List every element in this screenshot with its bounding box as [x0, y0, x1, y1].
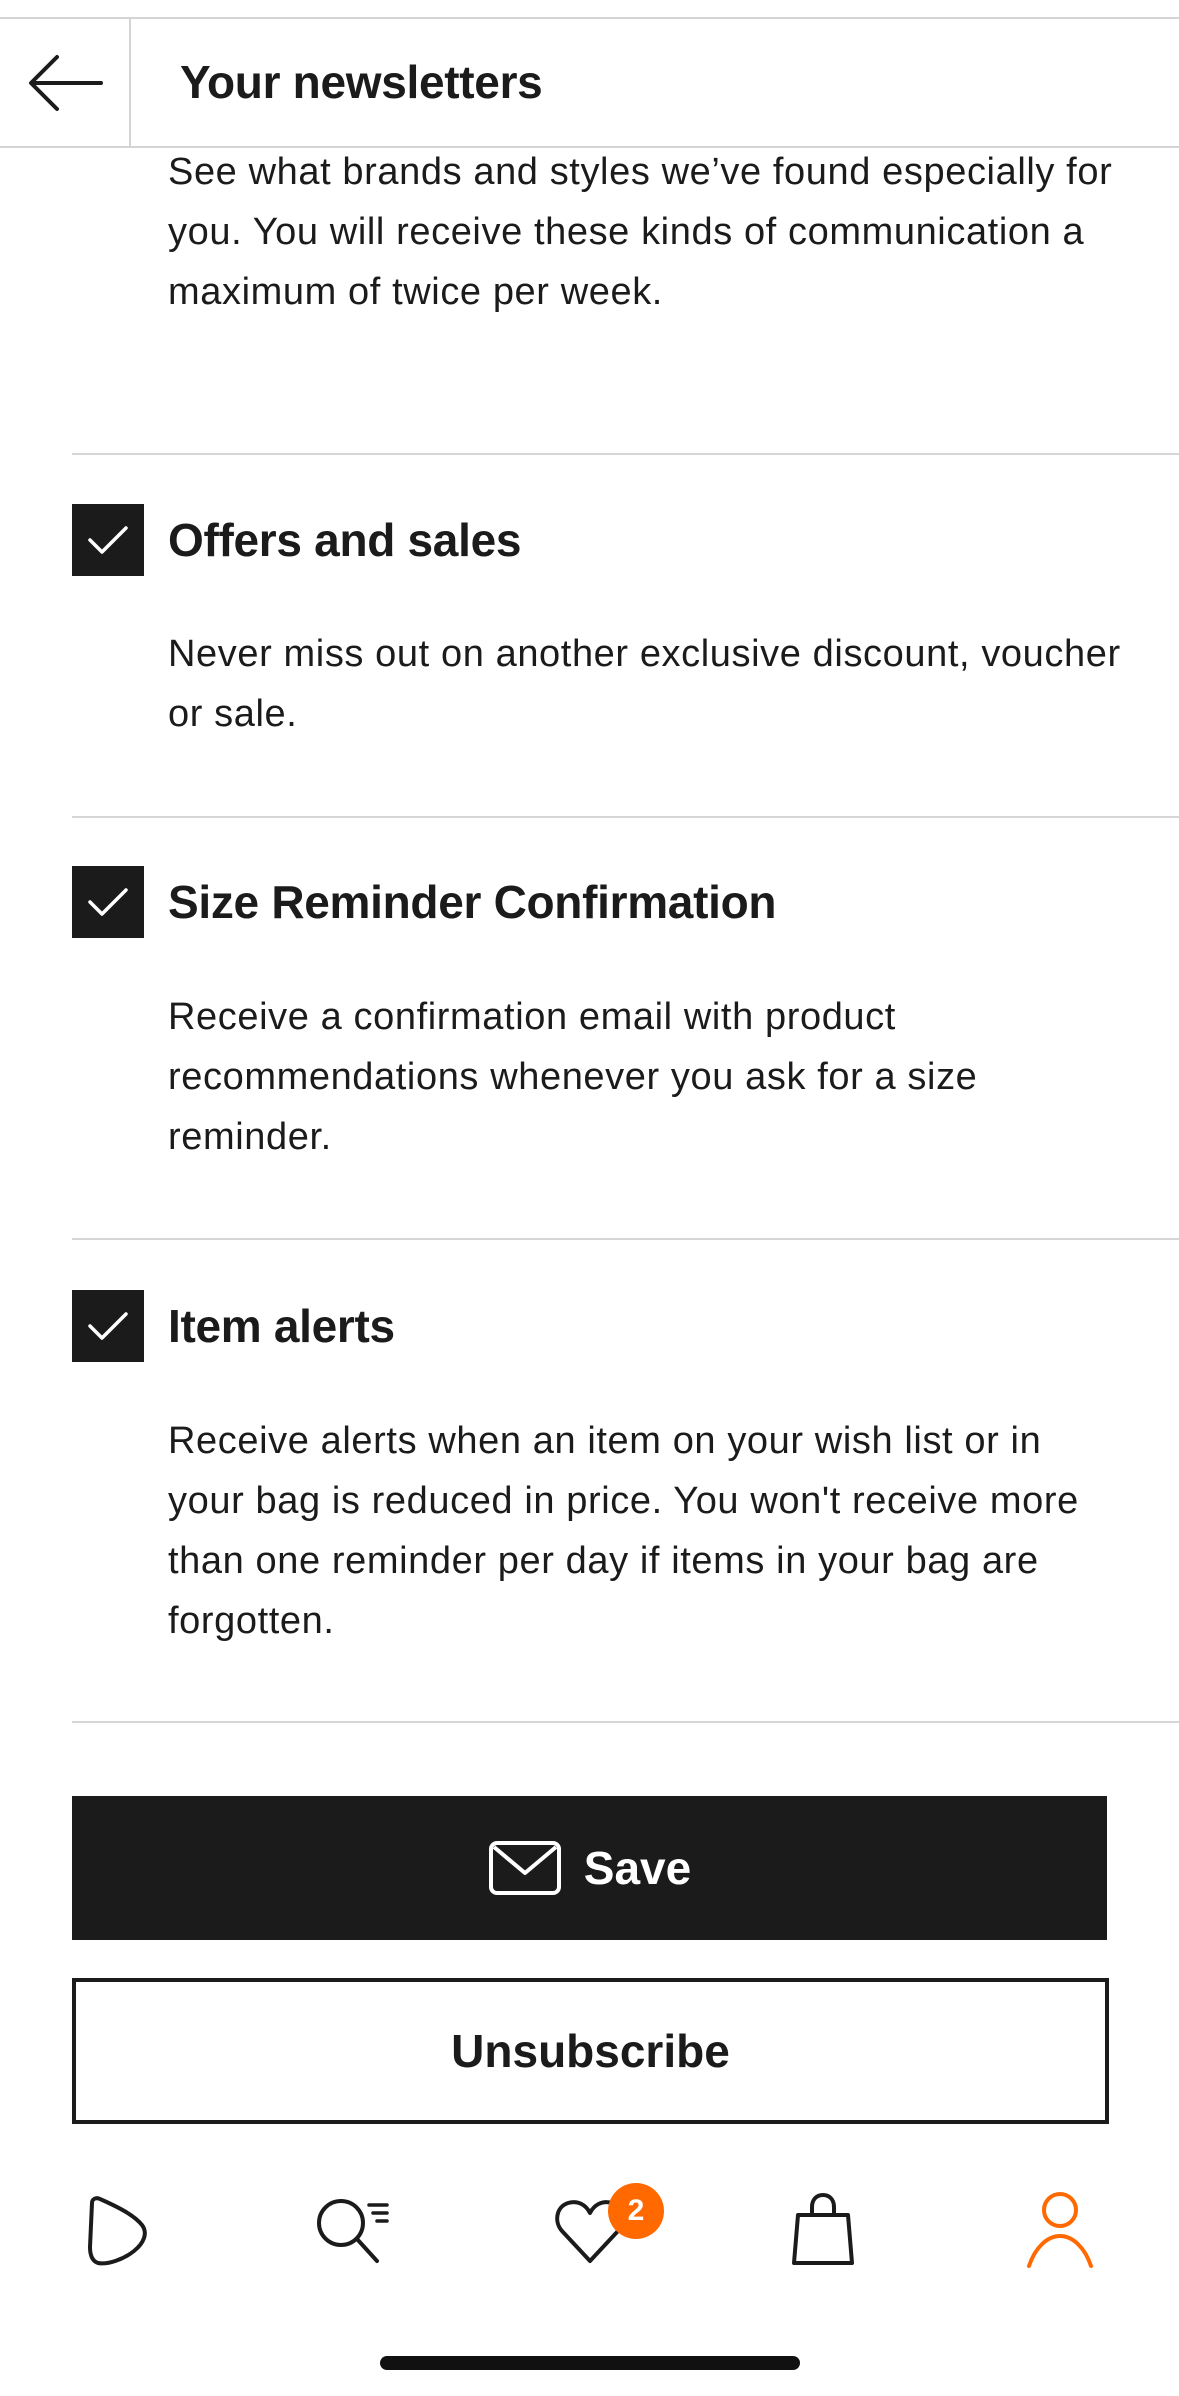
checkmark-icon	[88, 888, 128, 916]
back-button[interactable]	[0, 19, 131, 146]
profile-icon	[1027, 2192, 1093, 2268]
offers-description: Never miss out on another exclusive disc…	[168, 633, 1121, 735]
divider	[72, 816, 1179, 818]
save-button[interactable]: Save	[72, 1796, 1107, 1940]
page-title: Your newsletters	[180, 56, 543, 108]
size-reminder-title: Size Reminder Confirmation	[168, 876, 777, 928]
tab-home[interactable]	[70, 2185, 160, 2275]
home-icon	[88, 2196, 147, 2266]
item-alerts-title: Item alerts	[168, 1300, 395, 1352]
app-header: Your newsletters	[0, 19, 1179, 148]
offers-title: Offers and sales	[168, 514, 522, 566]
home-indicator	[380, 2356, 800, 2370]
size-reminder-checkbox[interactable]	[72, 866, 144, 938]
bag-icon	[792, 2192, 854, 2265]
divider	[72, 453, 1179, 455]
checkmark-icon	[88, 526, 128, 554]
intro-description: See what brands and styles we’ve found e…	[168, 151, 1113, 313]
bottom-tab-bar	[0, 2170, 1179, 2280]
tab-search[interactable]	[308, 2185, 398, 2275]
unsubscribe-label: Unsubscribe	[451, 2025, 730, 2077]
wishlist-count-badge: 2	[608, 2183, 664, 2239]
search-icon	[317, 2199, 389, 2263]
offers-checkbox[interactable]	[72, 504, 144, 576]
divider	[72, 1721, 1179, 1723]
unsubscribe-button[interactable]: Unsubscribe	[72, 1978, 1109, 2124]
save-label: Save	[583, 1842, 692, 1894]
tab-profile[interactable]	[1015, 2185, 1105, 2275]
item-alerts-description: Receive alerts when an item on your wish…	[168, 1420, 1079, 1642]
size-reminder-description: Receive a confirmation email with produc…	[168, 996, 978, 1158]
arrow-left-icon	[28, 54, 103, 111]
tab-bag[interactable]	[778, 2185, 868, 2275]
checkmark-icon	[88, 1312, 128, 1340]
item-alerts-checkbox[interactable]	[72, 1290, 144, 1362]
divider	[72, 1238, 1179, 1240]
envelope-icon	[488, 1841, 561, 1895]
